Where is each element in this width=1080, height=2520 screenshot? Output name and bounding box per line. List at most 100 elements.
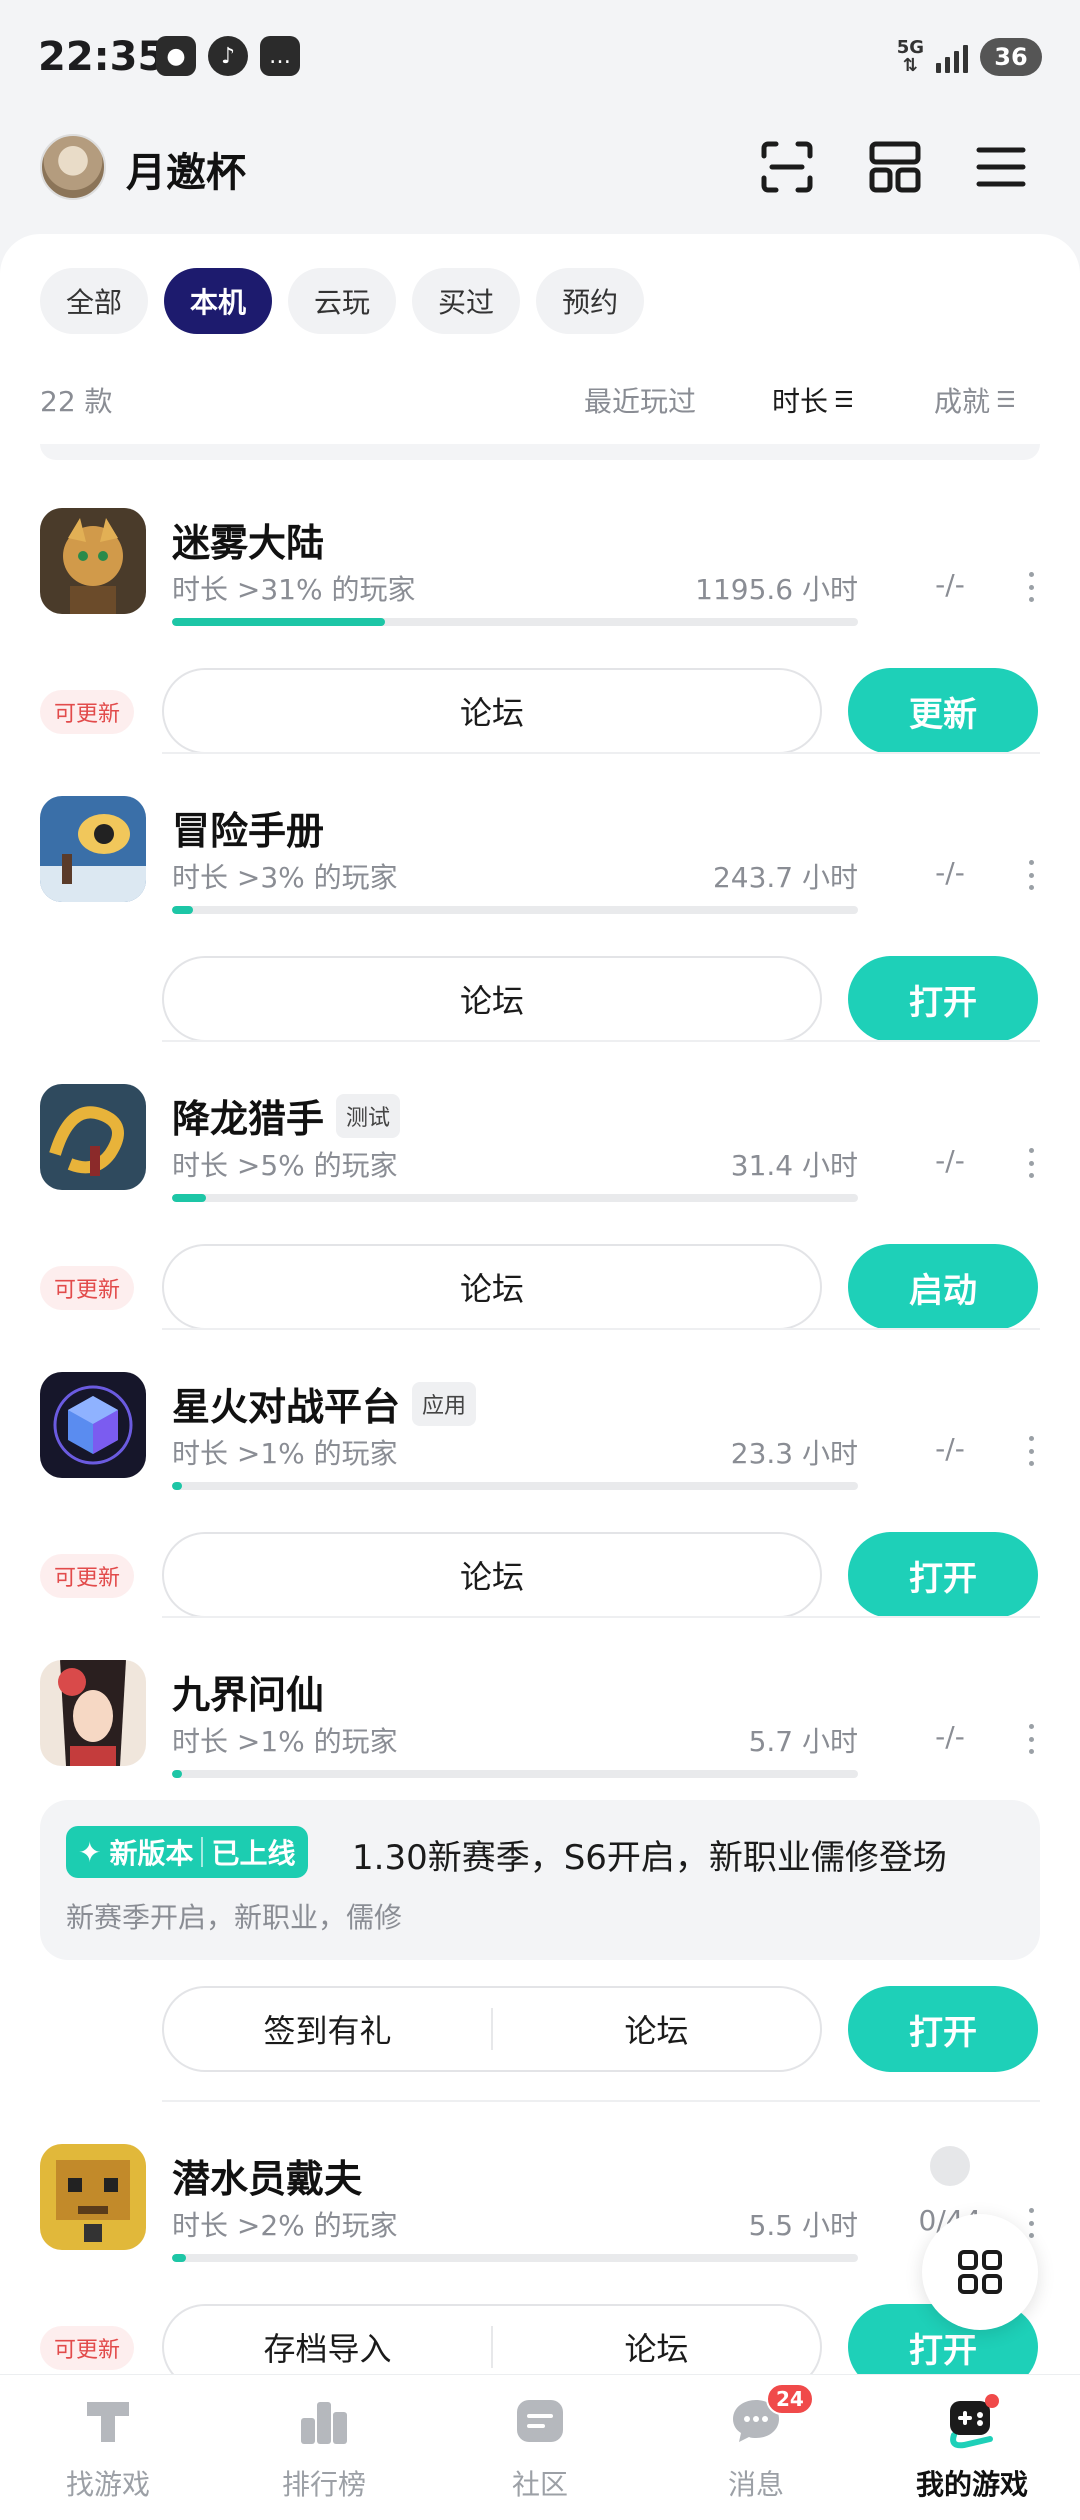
wechat-icon: ● [156,36,196,76]
news-subtitle: 新赛季开启，新职业，儒修 [66,1901,403,1934]
game-name[interactable]: 星火对战平台 应用 [172,1376,477,1431]
playtime-bar [172,1770,858,1778]
game-icon-jiujie[interactable] [40,1660,146,1766]
battery-indicator: 36 [980,38,1042,76]
game-icon-adventure[interactable] [40,796,146,902]
game-hours: 1195.6 小时 [695,573,858,606]
playtime-fill [172,2254,186,2262]
more-icon[interactable] [1026,1724,1036,1754]
news-card[interactable]: ✦ 新版本 已上线 1.30新赛季，S6开启，新职业儒修登场 新赛季开启，新职业… [40,1800,1040,1960]
more-icon[interactable] [1026,2208,1036,2238]
game-percentile: 时长 >1% 的玩家 [172,1725,398,1758]
apps-icon [958,2250,1002,2294]
scan-icon[interactable] [756,136,818,198]
nav-messages[interactable]: 24 消息 [648,2375,864,2520]
my-games-icon [940,2389,1004,2453]
playtime-bar [172,906,858,914]
username[interactable]: 月邀杯 [126,140,246,198]
nav-ranking[interactable]: 排行榜 [216,2375,432,2520]
more-icon[interactable] [1026,1148,1036,1178]
game-count: 22 款 [40,385,113,418]
sparkle-icon: ✦ [78,1835,102,1869]
playtime-fill [172,1482,183,1490]
game-icon-dave[interactable] [40,2144,146,2250]
forum-button[interactable]: 论坛 [493,1988,820,2070]
game-hours: 5.7 小时 [748,1725,858,1758]
filter-local[interactable]: 本机 [164,268,273,334]
game-icon-xinghuo[interactable] [40,1372,146,1478]
game-icon-midi[interactable] [40,508,146,614]
divider [162,2100,1040,2102]
sort-icon: ☰ [834,387,854,413]
nav-find-game[interactable]: 找游戏 [0,2375,216,2520]
open-button[interactable]: 打开 [848,1986,1038,2072]
more-icon[interactable] [1026,572,1036,602]
grid-icon[interactable] [864,136,926,198]
badge-new-label: 新版本 [109,1837,194,1870]
app-icon: ♪ [208,36,248,76]
nav-label: 社区 [511,2468,568,2501]
game-percentile: 时长 >3% 的玩家 [172,861,398,894]
game-achievement: -/- [935,1432,965,1465]
divider [162,1328,1040,1330]
game-percentile: 时长 >1% 的玩家 [172,1437,398,1470]
status-bar: 22:35 ● ♪ … 5G ⇅ 36 [0,0,1080,116]
nav-label: 排行榜 [281,2468,366,2501]
avatar[interactable] [40,134,106,200]
game-icon-dragon[interactable] [40,1084,146,1190]
checkin-button[interactable]: 签到有礼 [164,1988,491,2070]
game-name[interactable]: 九界问仙 [172,1664,324,1719]
sort-achievement[interactable]: 成就 ☰ [934,380,1016,420]
app-header: 月邀杯 [0,116,1080,234]
forum-button[interactable]: 论坛 [162,1244,822,1330]
split-button: 存档导入 论坛 [162,2304,822,2374]
sort-recent[interactable]: 最近玩过 [584,380,696,420]
launch-button[interactable]: 启动 [848,1244,1038,1330]
menu-icon[interactable] [970,136,1032,198]
sort-duration[interactable]: 时长 ☰ [772,380,854,420]
nav-my-games[interactable]: 我的游戏 [864,2375,1080,2520]
filter-purchased[interactable]: 买过 [412,268,521,334]
save-import-button[interactable]: 存档导入 [164,2306,491,2374]
sort-icon: ☰ [996,387,1016,413]
update-button[interactable]: 更新 [848,668,1038,754]
playtime-bar [172,1194,858,1202]
game-hours: 5.5 小时 [748,2209,858,2242]
nav-community[interactable]: 社区 [432,2375,648,2520]
playtime-bar [172,618,858,626]
game-name[interactable]: 冒险手册 [172,800,324,855]
filter-cloud[interactable]: 云玩 [288,268,397,334]
forum-button[interactable]: 论坛 [162,956,822,1042]
floating-grid-button[interactable] [922,2214,1038,2330]
more-icon[interactable] [1026,1436,1036,1466]
open-button[interactable]: 打开 [848,956,1038,1042]
game-percentile: 时长 >2% 的玩家 [172,2209,398,2242]
more-icon[interactable] [1026,860,1036,890]
unread-badge: 24 [766,2383,814,2415]
list-header: 22 款 最近玩过 时长 ☰ 成就 ☰ [40,370,1040,430]
game-achievement: -/- [935,1144,965,1177]
game-name[interactable]: 潜水员戴夫 [172,2148,362,2203]
playtime-fill [172,618,385,626]
game-name[interactable]: 降龙猎手 测试 [172,1088,401,1143]
divider [40,444,1040,460]
game-actions: 可更新 存档导入 论坛 打开 [0,2304,1080,2374]
filter-reserved[interactable]: 预约 [536,268,645,334]
open-button[interactable]: 打开 [848,1532,1038,1618]
news-title: 1.30新赛季，S6开启，新职业儒修登场 [352,1838,947,1878]
forum-button[interactable]: 论坛 [493,2306,820,2374]
update-badge: 可更新 [40,1554,135,1598]
notification-icons: ● ♪ … [156,36,300,76]
game-hours: 243.7 小时 [712,861,858,894]
playtime-bar [172,1482,858,1490]
filter-all[interactable]: 全部 [40,268,149,334]
games-panel: 全部 本机 云玩 买过 预约 22 款 最近玩过 时长 ☰ 成就 ☰ 迷雾大陆 时长… [0,234,1080,2374]
forum-button[interactable]: 论坛 [162,1532,822,1618]
forum-button[interactable]: 论坛 [162,668,822,754]
game-name[interactable]: 迷雾大陆 [172,512,324,567]
status-time: 22:35 [38,34,166,80]
message-icon: … [260,36,300,76]
new-version-badge: ✦ 新版本 已上线 [66,1826,308,1878]
bottom-nav: 找游戏 排行榜 社区 24 消息 我的游戏 [0,2374,1080,2520]
playtime-fill [172,1770,183,1778]
